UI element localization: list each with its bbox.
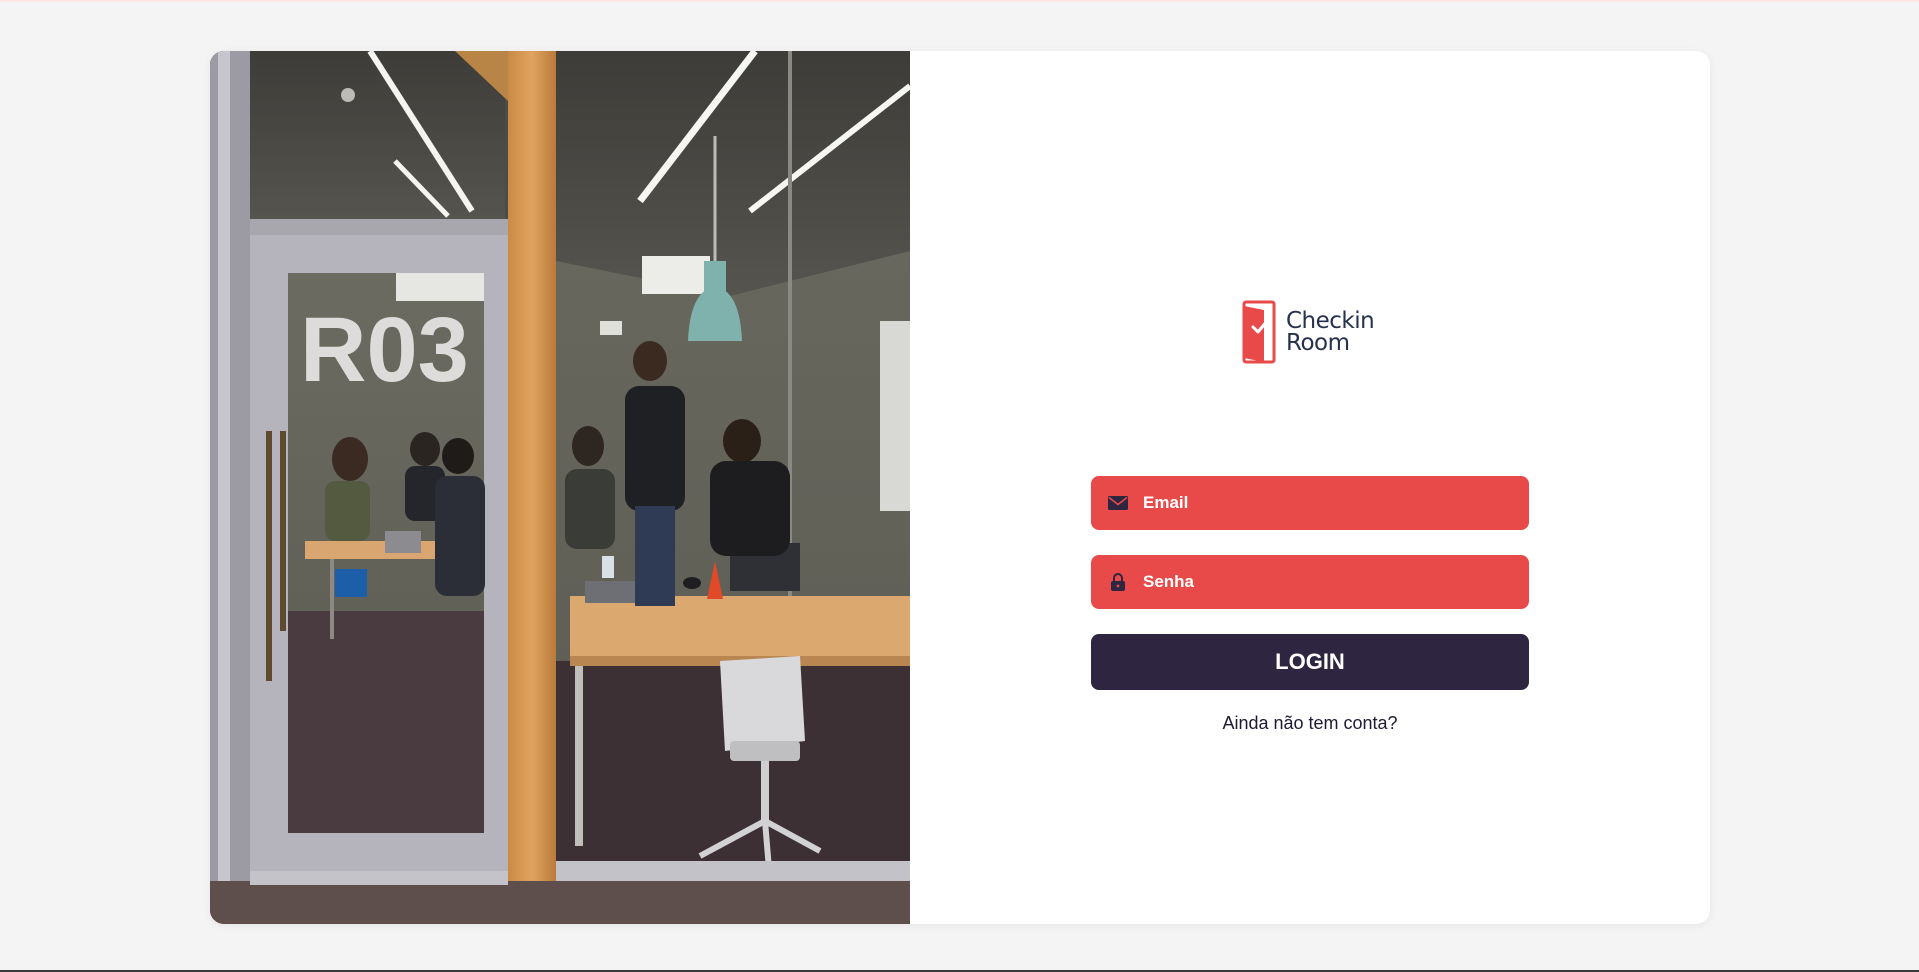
password-field[interactable] [1091,555,1529,609]
login-card: R03 Checkin Room Email LOGIN Ainda não t… [210,51,1710,924]
door-check-icon [1242,300,1276,364]
signup-link[interactable]: Ainda não tem conta? [1091,713,1529,734]
email-input[interactable] [1143,483,1513,523]
login-button[interactable]: LOGIN [1091,634,1529,690]
logo-line-room: Room [1286,330,1350,356]
top-accent-line [0,0,1919,2]
logo-wordmark: Checkin Room [1286,308,1375,356]
room-number-sign: R03 [300,299,469,401]
lock-icon [1107,571,1129,593]
meeting-room-photo: R03 [210,51,910,924]
login-form-panel: Checkin Room LOGIN [910,51,1710,924]
logo-line-checkin: Checkin [1286,308,1375,334]
email-field[interactable] [1091,476,1529,530]
checkin-room-logo: Checkin Room [1242,300,1375,364]
envelope-icon [1107,492,1129,514]
password-input[interactable] [1143,562,1513,602]
